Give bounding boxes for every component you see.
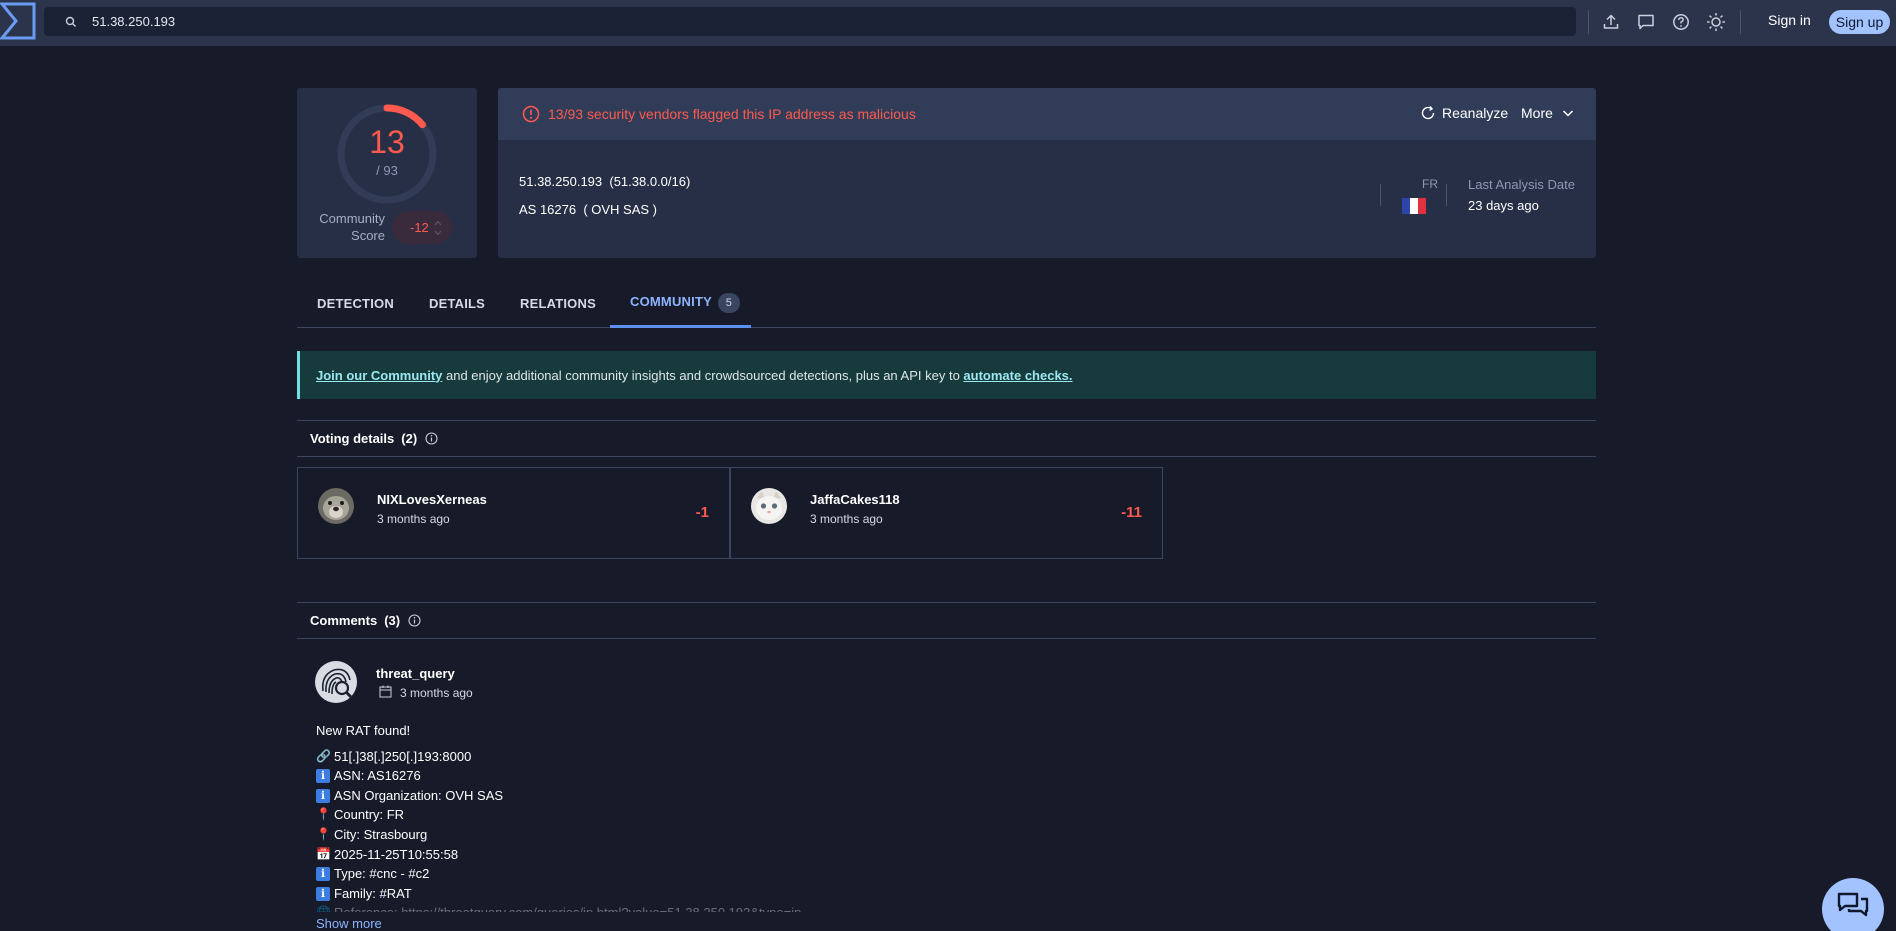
search-bar[interactable]	[44, 7, 1576, 36]
comment-line: 🔗 51[.]38[.]250[.]193:8000	[316, 747, 1016, 767]
vote-time: 3 months ago	[810, 512, 883, 526]
chat-bubbles-icon	[1837, 892, 1869, 917]
more-menu-button[interactable]: More	[1521, 105, 1575, 121]
automate-checks-link[interactable]: automate checks.	[963, 368, 1072, 383]
join-community-banner: Join our Community and enjoy additional …	[297, 351, 1596, 399]
sign-up-button[interactable]: Sign up	[1829, 10, 1890, 34]
search-icon	[65, 16, 76, 27]
toolbar-divider	[1588, 10, 1589, 34]
comments-title: Comments	[310, 613, 378, 628]
theme-toggle[interactable]	[1705, 11, 1727, 33]
community-score-value: -12	[410, 220, 429, 235]
comments-count: (3)	[384, 613, 401, 628]
tab-bar: DETECTION DETAILS RELATIONS COMMUNITY 5	[297, 290, 1596, 328]
globe-icon: 🌐	[316, 905, 331, 913]
avatar	[751, 488, 787, 524]
comment-line: ℹ Family: #RAT	[316, 884, 1016, 904]
info-icon: ℹ	[316, 886, 330, 901]
last-analysis-value: 23 days ago	[1468, 198, 1539, 213]
alert-banner: 13/93 security vendors flagged this IP a…	[498, 88, 1596, 140]
tab-community[interactable]: COMMUNITY 5	[630, 293, 740, 313]
info-icon: ℹ	[316, 788, 330, 803]
community-count-badge: 5	[717, 293, 740, 313]
ip-summary-card: 13/93 security vendors flagged this IP a…	[498, 88, 1596, 258]
comment-body: New RAT found! 🔗 51[.]38[.]250[.]193:8000…	[316, 721, 1016, 912]
vote-time: 3 months ago	[377, 512, 450, 526]
calendar-icon	[379, 685, 392, 698]
vote-arrows-icon[interactable]	[434, 219, 442, 237]
detection-count: 13	[369, 124, 405, 160]
search-input[interactable]	[92, 14, 1492, 29]
active-tab-indicator	[610, 325, 751, 328]
voting-details-title: Voting details	[310, 431, 395, 446]
chat-icon	[1638, 14, 1654, 30]
community-score-label: Community Score	[319, 211, 385, 243]
comment-line: 📅 2025-11-25T10:55:58	[316, 845, 1016, 865]
comment-line: New RAT found!	[316, 723, 411, 738]
comment-line: 🌐Reference: https://threatquery.com/quer…	[316, 903, 1016, 912]
theme-icon	[1707, 13, 1725, 31]
voting-details-count: (2)	[401, 431, 418, 446]
chat-support-button[interactable]	[1822, 878, 1884, 931]
reanalyze-button[interactable]: Reanalyze	[1420, 105, 1508, 121]
calendar-icon: 📅	[316, 846, 331, 861]
tab-relations[interactable]: RELATIONS	[520, 296, 596, 311]
country-code: FR	[1422, 177, 1438, 191]
tab-details[interactable]: DETAILS	[429, 296, 485, 311]
info-icon: ℹ	[316, 866, 330, 881]
sign-in-link[interactable]: Sign in	[1768, 12, 1811, 28]
comment-line: 📍 City: Strasbourg	[316, 825, 1016, 845]
vote-username[interactable]: NIXLovesXerneas	[377, 492, 487, 507]
upload-icon	[1603, 14, 1619, 29]
vote-score: -11	[1121, 504, 1142, 521]
comment-line: ℹ ASN: AS16276	[316, 766, 1016, 786]
pin-icon: 📍	[316, 807, 331, 822]
upload-button[interactable]	[1600, 11, 1622, 33]
refresh-icon	[1421, 106, 1435, 120]
alert-text: 13/93 security vendors flagged this IP a…	[548, 106, 916, 122]
france-flag-icon	[1402, 198, 1426, 214]
info-icon: ℹ	[316, 768, 330, 783]
logo-icon[interactable]	[0, 2, 36, 40]
join-community-link[interactable]: Join our Community	[316, 368, 442, 383]
avatar	[318, 488, 354, 524]
link-icon: 🔗	[316, 748, 331, 763]
comment-date: 3 months ago	[400, 686, 473, 700]
detection-total: / 93	[376, 163, 398, 178]
help-icon	[1673, 14, 1689, 30]
vote-card[interactable]: JaffaCakes118 3 months ago -11	[730, 467, 1163, 559]
pin-icon: 📍	[316, 826, 331, 841]
divider	[1446, 184, 1447, 206]
info-icon[interactable]	[408, 614, 421, 627]
chat-button[interactable]	[1635, 11, 1657, 33]
last-analysis-label: Last Analysis Date	[1468, 177, 1575, 192]
comment-username[interactable]: threat_query	[376, 666, 455, 681]
toolbar-divider	[1740, 10, 1741, 34]
top-bar: Sign in Sign up	[0, 0, 1896, 46]
comment-line: ℹ ASN Organization: OVH SAS	[316, 786, 1016, 806]
vote-card[interactable]: NIXLovesXerneas 3 months ago -1	[297, 467, 730, 559]
comments-header: Comments (3)	[297, 602, 1596, 639]
alert-icon	[522, 105, 540, 123]
show-more-link[interactable]: Show more	[316, 916, 382, 931]
chevron-down-icon	[1562, 110, 1573, 117]
help-button[interactable]	[1670, 11, 1692, 33]
community-score-pill[interactable]: -12	[392, 211, 452, 244]
join-banner-text: and enjoy additional community insights …	[442, 367, 964, 383]
vote-username[interactable]: JaffaCakes118	[810, 492, 900, 507]
voting-details-header: Voting details (2)	[297, 420, 1596, 457]
tab-detection[interactable]: DETECTION	[317, 296, 394, 311]
comment-line: 📍 Country: FR	[316, 805, 1016, 825]
info-icon[interactable]	[425, 432, 438, 445]
vote-score: -1	[695, 504, 709, 521]
avatar	[315, 661, 357, 703]
divider	[1380, 184, 1381, 206]
detection-score-card: 13 / 93 Community Score -12	[297, 88, 477, 258]
comment-line: ℹ Type: #cnc - #c2	[316, 864, 1016, 884]
autonomous-system: AS 16276 ( OVH SAS )	[519, 202, 658, 217]
ip-address-range: 51.38.250.193 (51.38.0.0/16)	[519, 174, 691, 189]
